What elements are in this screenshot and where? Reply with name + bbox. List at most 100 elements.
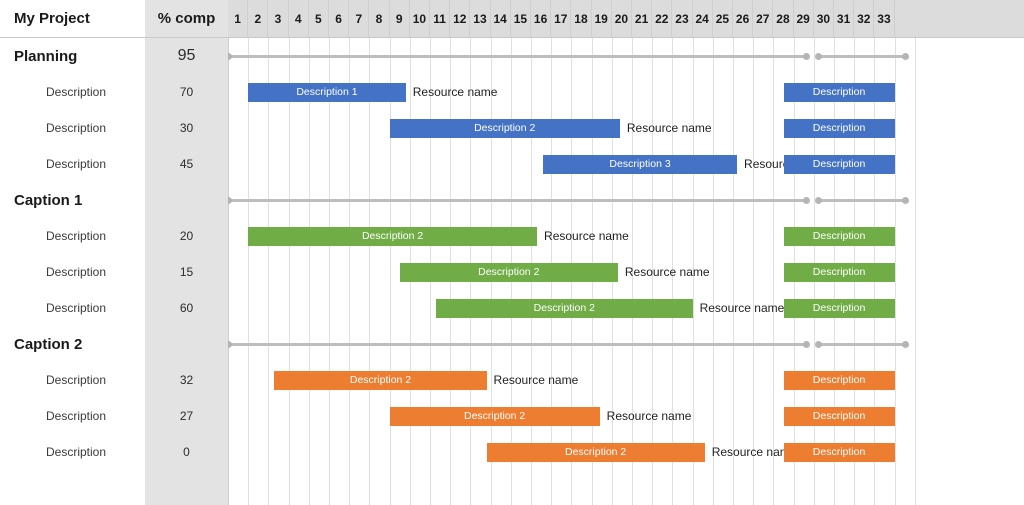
task-bar-overflow[interactable]: Description <box>783 406 895 426</box>
page-title: My Project <box>0 0 145 37</box>
group-row-label[interactable]: Planning <box>0 38 145 74</box>
summary-bar[interactable] <box>817 199 905 202</box>
task-row-label[interactable]: Description <box>0 398 145 434</box>
task-bar-overflow[interactable]: Description <box>783 298 895 318</box>
resource-name-label: Resource name <box>699 301 785 315</box>
task-row-label[interactable]: Description <box>0 74 145 110</box>
timeline-tick-16: 16 <box>531 0 552 37</box>
group-row-label[interactable]: Caption 2 <box>0 326 145 362</box>
group-percent-value <box>145 182 228 218</box>
group-percent-value: 95 <box>177 47 196 64</box>
timeline-tick-14: 14 <box>491 0 511 37</box>
summary-bar-endpoint <box>901 197 909 204</box>
task-percent-value: 70 <box>179 85 194 99</box>
timeline-tick-17: 17 <box>551 0 572 37</box>
task-bar-overflow[interactable]: Description <box>783 154 895 174</box>
task-bar[interactable]: Description 2 <box>486 442 705 462</box>
timeline-tick-12: 12 <box>450 0 471 37</box>
timeline-tick-21: 21 <box>632 0 653 37</box>
summary-bar[interactable] <box>228 55 806 58</box>
timeline-tick-32: 32 <box>854 0 875 37</box>
task-bar-overflow[interactable]: Description <box>783 370 895 390</box>
gridline <box>349 38 350 505</box>
task-bar-overflow[interactable]: Description <box>783 82 895 102</box>
gantt-chart: My Project % comp 1 2 3 4 5 6 7 8 9 10 11 12 13 14 15 1… <box>0 0 1024 505</box>
task-percent-value: 0 <box>183 445 190 459</box>
gridline <box>329 38 330 505</box>
gridline <box>228 38 229 505</box>
task-percent-value: 32 <box>179 373 194 387</box>
summary-bar[interactable] <box>228 199 806 202</box>
resource-name-label: Resource name <box>493 373 579 387</box>
task-row-label[interactable]: Description <box>0 110 145 146</box>
timeline-grid: Description 1 Resource name Description Des… <box>228 38 1024 505</box>
task-bar[interactable]: Description 2 <box>274 370 487 390</box>
summary-bar[interactable] <box>817 55 905 58</box>
percent-complete-column-header: % comp <box>145 0 228 37</box>
task-row-label[interactable]: Description <box>0 290 145 326</box>
task-row-label[interactable]: Description <box>0 146 145 182</box>
gridline <box>268 38 269 505</box>
timeline-tick-20: 20 <box>612 0 632 37</box>
task-row-label[interactable]: Description <box>0 218 145 254</box>
summary-bar-endpoint <box>228 341 232 348</box>
timeline-tick-1: 1 <box>228 0 249 37</box>
task-bar[interactable]: Description 1 <box>248 82 406 102</box>
task-bar-overflow[interactable]: Description <box>783 262 895 282</box>
gridline <box>248 38 249 505</box>
gridline <box>895 38 896 505</box>
gridline <box>309 38 310 505</box>
summary-bar-endpoint <box>814 341 822 348</box>
timeline-tick-27: 27 <box>753 0 774 37</box>
timeline-tick-15: 15 <box>511 0 531 37</box>
task-name-column: Planning Description Description Descriptio… <box>0 38 145 505</box>
summary-bar-endpoint <box>228 197 232 204</box>
task-percent-value: 30 <box>179 121 194 135</box>
summary-bar[interactable] <box>228 343 806 346</box>
task-row-label[interactable]: Description <box>0 362 145 398</box>
task-percent-value: 15 <box>179 265 194 279</box>
summary-bar-endpoint <box>802 197 810 204</box>
resource-name-label: Resource name <box>624 265 710 279</box>
timeline-tick-23: 23 <box>672 0 693 37</box>
gridline <box>713 38 714 505</box>
task-row-label[interactable]: Description <box>0 254 145 290</box>
gridline <box>773 38 774 505</box>
task-bar-overflow[interactable]: Description <box>783 118 895 138</box>
timeline-scale-header: 1 2 3 4 5 6 7 8 9 10 11 12 13 14 15 16 17 18 19 20 21 22 23 24 2… <box>228 0 1024 37</box>
group-row-label[interactable]: Caption 1 <box>0 182 145 218</box>
gridline <box>369 38 370 505</box>
timeline-tick-11: 11 <box>430 0 451 37</box>
timeline-tick-13: 13 <box>470 0 491 37</box>
task-bar[interactable]: Description 2 <box>389 118 620 138</box>
resource-name-label: Resource name <box>606 409 692 423</box>
timeline-tick-5: 5 <box>309 0 329 37</box>
summary-bar-endpoint <box>814 197 822 204</box>
task-bar[interactable]: Description 2 <box>436 298 693 318</box>
task-bar-overflow[interactable]: Description <box>783 226 895 246</box>
timeline-tick-19: 19 <box>592 0 612 37</box>
task-percent-value: 45 <box>179 157 194 171</box>
task-bar[interactable]: Description 2 <box>248 226 538 246</box>
gridline <box>390 38 391 505</box>
resource-name-label: Resource name <box>412 85 498 99</box>
task-bar[interactable]: Description 3 <box>543 154 738 174</box>
task-percent-value: 27 <box>179 409 194 423</box>
summary-bar-endpoint <box>802 341 810 348</box>
summary-bar-endpoint <box>901 341 909 348</box>
task-bar-overflow[interactable]: Description <box>783 442 895 462</box>
task-bar[interactable]: Description 2 <box>399 262 618 282</box>
gridline <box>915 38 916 505</box>
summary-bar[interactable] <box>817 343 905 346</box>
task-row-label[interactable]: Description <box>0 434 145 470</box>
timeline-tick-22: 22 <box>652 0 673 37</box>
group-percent-value <box>145 326 228 362</box>
resource-name-label: Resource name <box>544 229 629 243</box>
gridline <box>753 38 754 505</box>
task-bar[interactable]: Description 2 <box>389 406 600 426</box>
timeline-tick-24: 24 <box>693 0 713 37</box>
summary-bar-endpoint <box>901 53 909 60</box>
timeline-tick-2: 2 <box>248 0 269 37</box>
timeline-tick-26: 26 <box>733 0 754 37</box>
percent-complete-column: 95 70 30 45 20 15 60 32 27 0 <box>145 38 228 505</box>
